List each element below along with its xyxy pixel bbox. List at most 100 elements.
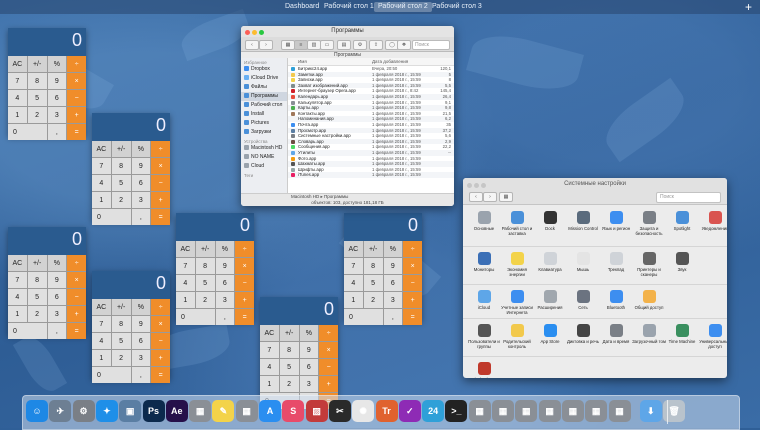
calculator-key[interactable]: 4 xyxy=(176,275,195,291)
action-gear-icon[interactable]: ⚙ xyxy=(353,40,367,50)
calculator-key[interactable]: 9 xyxy=(383,258,403,274)
calculator-key[interactable]: 5 xyxy=(195,275,215,291)
calculator-key[interactable]: % xyxy=(131,141,151,157)
calculator-key[interactable]: 7 xyxy=(176,258,195,274)
opera-icon[interactable]: ✓ xyxy=(398,400,421,422)
calculator-key[interactable]: 4 xyxy=(92,175,111,191)
calculator-key[interactable]: = xyxy=(151,209,170,225)
calculator-key[interactable]: × xyxy=(319,342,338,358)
calculator-key[interactable]: 1 xyxy=(260,376,279,392)
calculator-key[interactable]: ÷ xyxy=(67,255,86,271)
calculator-key[interactable]: 0 xyxy=(8,323,47,339)
calculator-key[interactable]: 7 xyxy=(8,272,27,288)
calculator-key[interactable]: − xyxy=(67,289,86,305)
calculator-key[interactable]: 8 xyxy=(279,342,299,358)
calculator-icon[interactable]: ▦ xyxy=(608,400,631,422)
calculator-key[interactable]: 5 xyxy=(27,289,47,305)
finder-icon[interactable]: ☺ xyxy=(26,400,48,422)
calculator-key[interactable]: 5 xyxy=(27,90,47,106)
zoom-icon[interactable] xyxy=(259,30,264,35)
pref-pane[interactable]: Spotlight xyxy=(665,211,699,231)
calculator-key[interactable]: 6 xyxy=(383,275,403,291)
calculator-key[interactable]: ÷ xyxy=(151,141,170,157)
calculator-key[interactable]: +/- xyxy=(195,241,215,257)
calculator-icon[interactable]: ▦ xyxy=(235,400,258,422)
calculator-key[interactable]: 8 xyxy=(27,272,47,288)
calculator-key[interactable]: + xyxy=(151,192,170,208)
pref-pane[interactable]: Защита и безопасность xyxy=(632,211,666,236)
calculator-key[interactable]: = xyxy=(403,309,422,325)
pref-pane[interactable]: Учетные записи Интернета xyxy=(500,290,534,315)
safari-icon[interactable]: ✦ xyxy=(95,400,118,422)
pref-pane[interactable]: Диктовка и речь xyxy=(566,324,600,344)
calculator-key[interactable]: 3 xyxy=(47,107,67,123)
group-icon[interactable]: ▤ xyxy=(337,40,351,50)
calculator-key[interactable]: = xyxy=(235,309,254,325)
calculator-window[interactable]: 0 AC+/-%÷ 789× 456− 123+0,= xyxy=(92,113,170,225)
skitch-icon[interactable]: S xyxy=(282,400,305,422)
calculator-key[interactable]: , xyxy=(47,124,67,140)
calculator-key[interactable]: = xyxy=(151,367,170,383)
file-row[interactable]: iTunes.app 1 февраля 2018 г., 15:59 xyxy=(288,172,454,178)
calculator-key[interactable]: 6 xyxy=(131,175,151,191)
calculator-key[interactable]: = xyxy=(67,323,86,339)
calculator-key[interactable]: ÷ xyxy=(235,241,254,257)
calculator-key[interactable]: % xyxy=(383,241,403,257)
calculator-key[interactable]: 7 xyxy=(260,342,279,358)
sidebar-device[interactable]: NO NAME xyxy=(241,153,287,162)
calculator-key[interactable]: 3 xyxy=(47,306,67,322)
calculator-window[interactable]: 0 AC+/-%÷ 789× 456− 123+0,= xyxy=(344,213,422,325)
pref-pane[interactable]: Flash Player xyxy=(467,362,501,378)
calculator-key[interactable]: +/- xyxy=(27,56,47,72)
launchpad-icon[interactable]: ✈ xyxy=(49,400,72,422)
finder-window[interactable]: Программы ‹ › ▦ ≡ ▥ ▭ ▤ ⚙ ⇪ ◯ ❖ Поиск Пр… xyxy=(241,26,454,206)
calculator-key[interactable]: 8 xyxy=(111,158,131,174)
calculator-key[interactable]: 7 xyxy=(92,158,111,174)
calculator-icon[interactable]: ▦ xyxy=(189,400,212,422)
calculator-key[interactable]: 2 xyxy=(27,107,47,123)
preview-icon[interactable]: ▣ xyxy=(119,400,142,422)
calculator-key[interactable]: 9 xyxy=(299,342,319,358)
sidebar-item[interactable]: Install xyxy=(241,110,287,119)
calculator-key[interactable]: 9 xyxy=(215,258,235,274)
sidebar-item[interactable]: Pictures xyxy=(241,119,287,128)
finder-search-input[interactable]: Поиск xyxy=(412,40,450,50)
pref-pane[interactable]: Рабочий стол и заставка xyxy=(500,211,534,236)
calculator-icon[interactable]: ▦ xyxy=(492,400,514,422)
final-cut-icon[interactable]: ✂ xyxy=(328,400,351,422)
pref-pane[interactable]: Основные xyxy=(467,211,501,231)
calculator-key[interactable]: 5 xyxy=(111,175,131,191)
sidebar-item[interactable]: Программы xyxy=(241,92,287,101)
after-effects-icon[interactable]: Ae xyxy=(165,400,188,422)
calculator-window[interactable]: 0 AC+/-%÷ 789× 456− 123+0,= xyxy=(176,213,254,325)
flash-icon[interactable]: ✺ xyxy=(352,400,375,422)
calculator-key[interactable]: % xyxy=(47,255,67,271)
sidebar-item[interactable]: iCloud Drive xyxy=(241,74,287,83)
calculator-key[interactable]: 3 xyxy=(131,350,151,366)
pref-pane[interactable]: Time Machine xyxy=(665,324,699,344)
dropbox-icon[interactable]: ❖ xyxy=(397,40,411,50)
calculator-key[interactable]: AC xyxy=(92,299,111,315)
back-icon[interactable]: ‹ xyxy=(245,40,259,50)
back-icon[interactable]: ‹ xyxy=(469,192,483,202)
calculator-key[interactable]: 8 xyxy=(111,316,131,332)
calculator-key[interactable]: 4 xyxy=(8,90,27,106)
calculator-key[interactable]: − xyxy=(319,359,338,375)
pref-pane[interactable]: Клавиатура xyxy=(533,252,567,272)
calculator-key[interactable]: 5 xyxy=(279,359,299,375)
sidebar-device[interactable]: Macintosh HD xyxy=(241,144,287,153)
calculator-key[interactable]: + xyxy=(235,292,254,308)
icon-view-icon[interactable]: ▦ xyxy=(281,40,295,50)
calculator-key[interactable]: 2 xyxy=(363,292,383,308)
pref-pane[interactable]: Язык и регион xyxy=(599,211,633,231)
calculator-key[interactable]: 4 xyxy=(92,333,111,349)
calculator-key[interactable]: 1 xyxy=(92,350,111,366)
calculator-key[interactable]: × xyxy=(67,272,86,288)
sidebar-item[interactable]: Dropbox xyxy=(241,65,287,74)
calculator-key[interactable]: + xyxy=(67,107,86,123)
system-preferences-icon[interactable]: ⚙ xyxy=(72,400,95,422)
calculator-key[interactable]: AC xyxy=(8,56,27,72)
pref-pane[interactable]: Расширения xyxy=(533,290,567,310)
calculator-key[interactable]: 5 xyxy=(363,275,383,291)
space-desktop-3[interactable]: Рабочий стол 3 xyxy=(428,2,486,12)
